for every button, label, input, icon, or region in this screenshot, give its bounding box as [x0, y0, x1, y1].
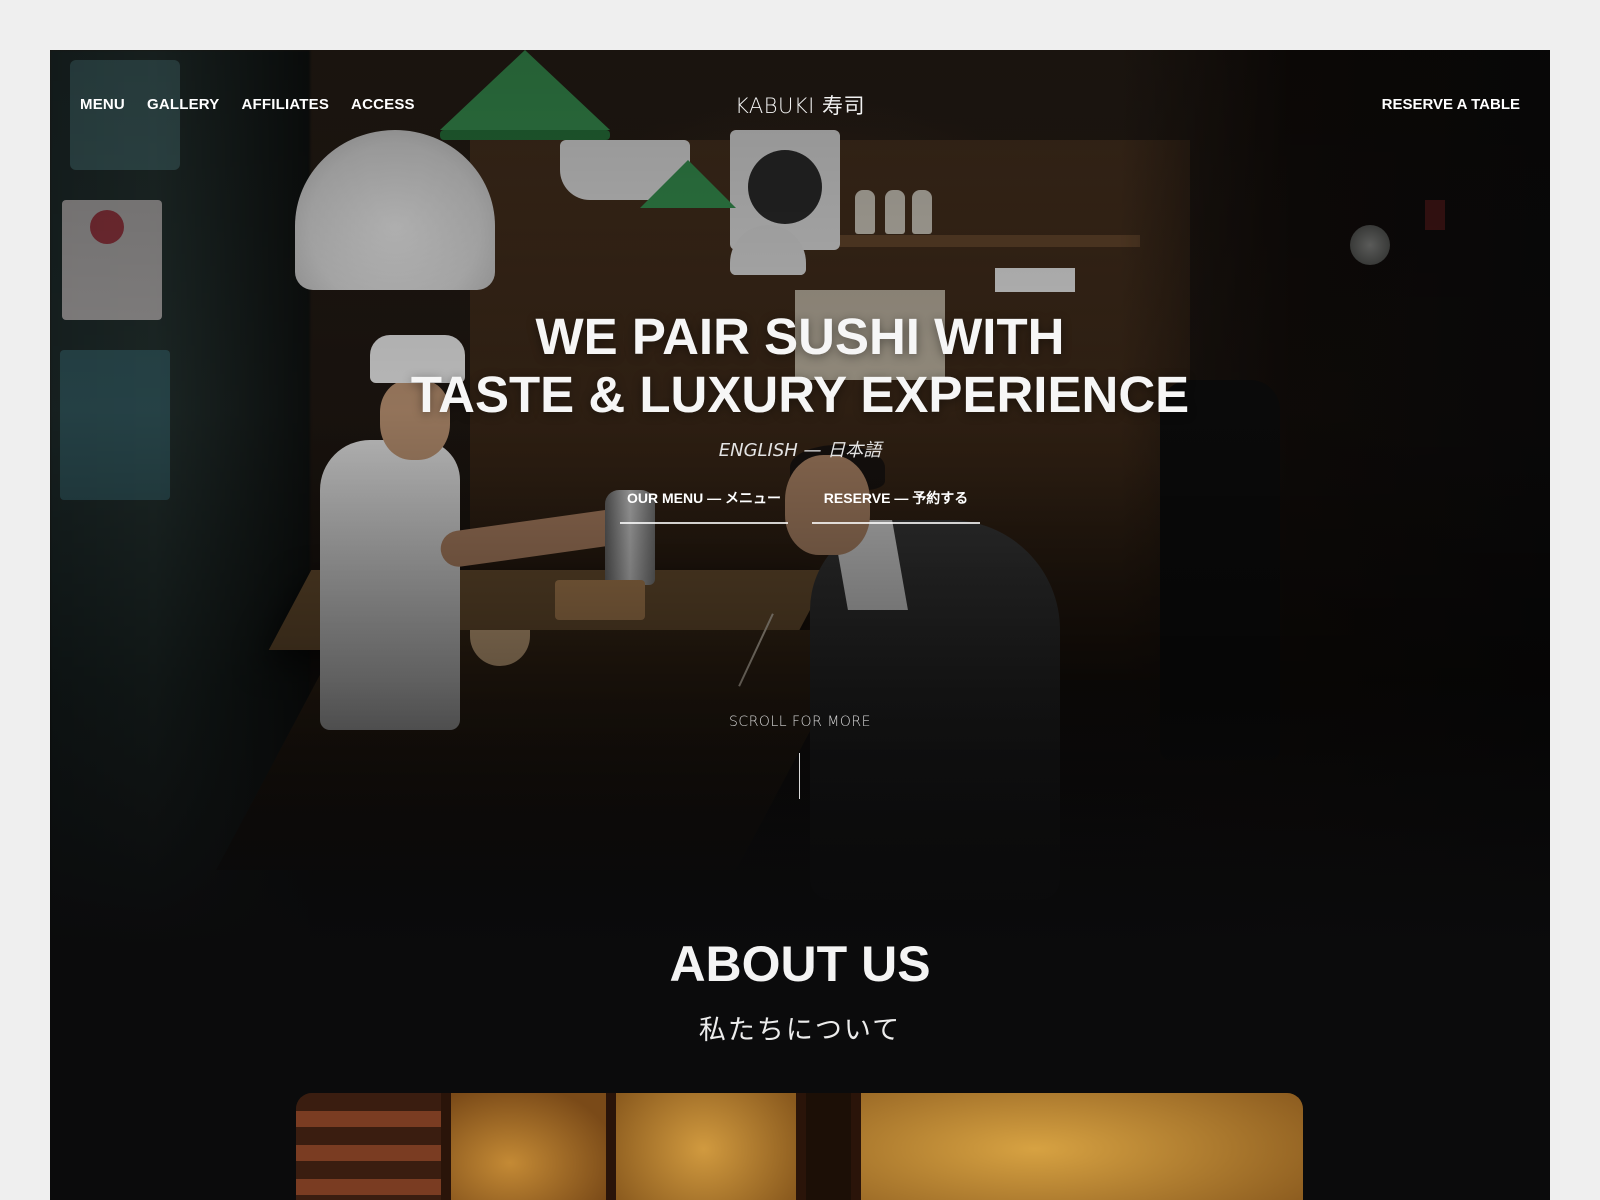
- site-logo[interactable]: KABUKI 寿司: [50, 90, 1550, 120]
- about-image-beam: [796, 1093, 806, 1200]
- about-image-beam: [851, 1093, 861, 1200]
- about-image-panel: [856, 1093, 1303, 1200]
- about-image-panel: [446, 1093, 606, 1200]
- scroll-hint[interactable]: SCROLL FOR MORE: [50, 714, 1550, 730]
- reserve-table-link[interactable]: RESERVE A TABLE: [1382, 96, 1520, 113]
- reserve-button[interactable]: RESERVE — 予約する: [812, 488, 980, 524]
- our-menu-button[interactable]: OUR MENU — メニュー: [620, 488, 788, 524]
- language-toggle[interactable]: ENGLISH — 日本語: [50, 436, 1550, 462]
- about-image: [296, 1093, 1303, 1200]
- about-title: ABOUT US: [669, 936, 931, 992]
- about-subtitle: 私たちについて: [698, 1015, 902, 1046]
- about-image-panel: [296, 1093, 441, 1200]
- about-image-panel: [801, 1093, 851, 1200]
- hero-headline: WE PAIR SUSHI WITH TASTE & LUXURY EXPERI…: [50, 308, 1550, 424]
- about-image-panel: [611, 1093, 796, 1200]
- hero-headline-line1: WE PAIR SUSHI WITH: [535, 308, 1065, 365]
- scroll-indicator-line: [799, 753, 800, 799]
- hero-headline-line2: TASTE & LUXURY EXPERIENCE: [410, 366, 1190, 423]
- about-image-beam: [441, 1093, 451, 1200]
- hero-cta-row: OUR MENU — メニュー RESERVE — 予約する: [50, 488, 1550, 524]
- about-image-beam: [606, 1093, 616, 1200]
- site-frame: MENU GALLERY AFFILIATES ACCESS KABUKI 寿司…: [50, 50, 1550, 1200]
